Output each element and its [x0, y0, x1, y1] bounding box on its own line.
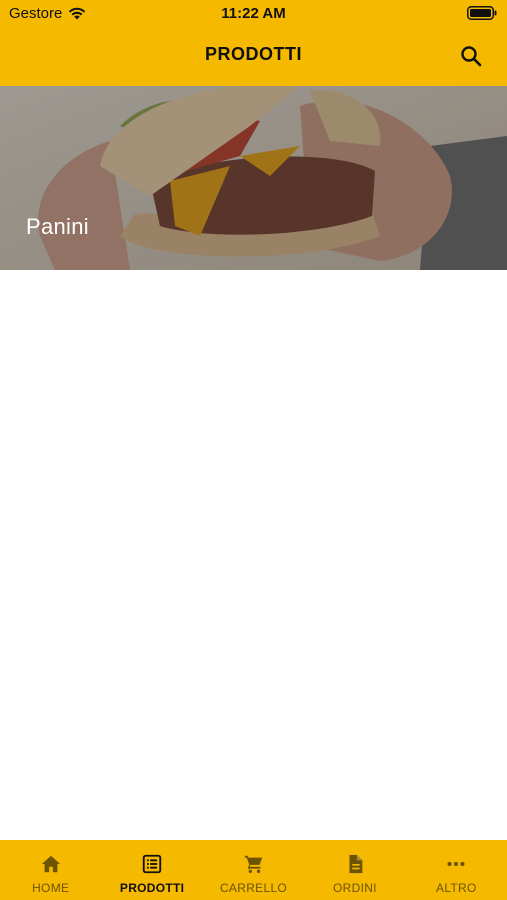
list-icon [142, 854, 162, 874]
page-title: PRODOTTI [205, 44, 302, 64]
category-card-panini[interactable]: Panini [0, 86, 507, 270]
nav-label-altro: ALTRO [436, 881, 477, 895]
cart-icon [244, 855, 262, 873]
category-label: Panini [26, 214, 89, 239]
nav-item-home[interactable]: HOME [0, 840, 101, 900]
nav-item-carrello[interactable]: CARRELLO [203, 840, 304, 900]
nav-item-ordini[interactable]: ORDINI [304, 840, 405, 900]
nav-label-carrello: CARRELLO [219, 881, 288, 895]
nav-item-altro[interactable]: ALTRO [406, 840, 507, 900]
nav-item-prodotti[interactable]: PRODOTTI [101, 840, 202, 900]
search-icon [461, 46, 482, 67]
home-icon [41, 855, 60, 873]
bottom-navigation: HOME PRODOTTI CARRELLO ORDINI ALTRO [0, 840, 507, 900]
document-icon [349, 854, 363, 874]
status-time: 11:22 AM [221, 5, 286, 22]
battery-icon [467, 6, 497, 20]
nav-label-prodotti: PRODOTTI [119, 881, 185, 895]
nav-label-ordini: ORDINI [333, 881, 377, 895]
more-icon [447, 861, 465, 867]
nav-label-home: HOME [32, 881, 70, 895]
status-bar: Gestore 11:22 AM [0, 0, 507, 28]
image-overlay [0, 86, 507, 270]
app-header: Gestore 11:22 AM PRODOTTI [0, 0, 507, 86]
app-screen: Gestore 11:22 AM PRODOTTI Panini HOME PR… [0, 0, 507, 900]
search-button[interactable] [459, 44, 483, 68]
